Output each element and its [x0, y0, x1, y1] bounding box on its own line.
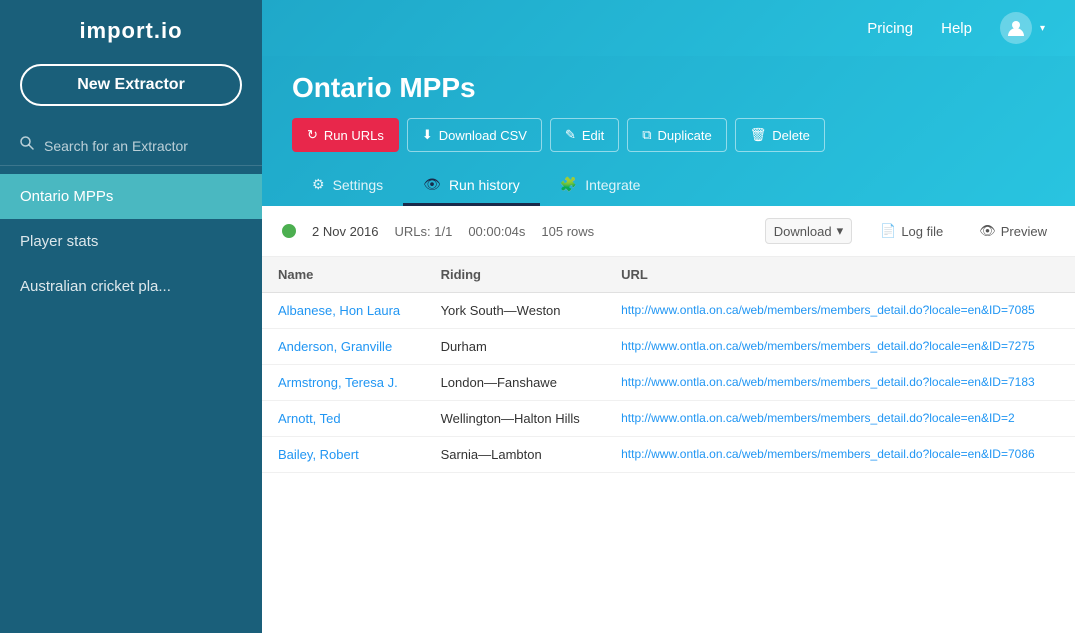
app-logo: import.io: [0, 0, 262, 64]
name-link[interactable]: Anderson, Granville: [278, 339, 392, 354]
page-title: Ontario MPPs: [292, 72, 1045, 104]
duplicate-button[interactable]: ⧉ Duplicate: [627, 118, 727, 152]
name-link[interactable]: Armstrong, Teresa J.: [278, 375, 398, 390]
search-icon: [20, 136, 34, 155]
delete-button[interactable]: 🗑 Delete: [735, 118, 825, 152]
table-row: Arnott, Ted Wellington—Halton Hills http…: [262, 401, 1075, 437]
name-link[interactable]: Arnott, Ted: [278, 411, 341, 426]
data-table: Name Riding URL Albanese, Hon Laura York…: [262, 257, 1075, 473]
preview-button[interactable]: 👁 Preview: [971, 219, 1055, 243]
puzzle-icon: 🧩: [560, 176, 577, 193]
eye-icon: 👁: [423, 176, 441, 193]
cell-riding: Durham: [425, 329, 606, 365]
preview-eye-icon: 👁: [979, 223, 996, 239]
cell-url: http://www.ontla.on.ca/web/members/membe…: [605, 329, 1075, 365]
topbar: Pricing Help ▾: [262, 0, 1075, 56]
sidebar-item-player-stats[interactable]: Player stats: [0, 219, 262, 264]
run-date: 2 Nov 2016: [312, 224, 379, 239]
pencil-icon: ✎: [565, 127, 576, 143]
user-menu[interactable]: ▾: [1000, 12, 1045, 44]
table-row: Albanese, Hon Laura York South—Weston ht…: [262, 293, 1075, 329]
cell-name: Armstrong, Teresa J.: [262, 365, 425, 401]
main-content: Pricing Help ▾ Ontario MPPs ↻ Run URLs: [262, 0, 1075, 633]
tabs: ⚙ Settings 👁 Run history 🧩 Integrate: [292, 166, 1045, 206]
run-urls: URLs: 1/1: [395, 224, 453, 239]
chevron-down-icon: ▾: [837, 223, 844, 239]
sidebar-item-ontario-mpps[interactable]: Ontario MPPs: [0, 174, 262, 219]
pricing-link[interactable]: Pricing: [867, 20, 913, 37]
trash-icon: 🗑: [750, 127, 767, 143]
url-link[interactable]: http://www.ontla.on.ca/web/members/membe…: [621, 339, 1035, 353]
url-link[interactable]: http://www.ontla.on.ca/web/members/membe…: [621, 447, 1035, 461]
cell-url: http://www.ontla.on.ca/web/members/membe…: [605, 365, 1075, 401]
content-area: 2 Nov 2016 URLs: 1/1 00:00:04s 105 rows …: [262, 206, 1075, 633]
gear-icon: ⚙: [312, 176, 325, 193]
col-header-name: Name: [262, 257, 425, 293]
table-row: Anderson, Granville Durham http://www.on…: [262, 329, 1075, 365]
refresh-icon: ↻: [307, 127, 318, 143]
cell-url: http://www.ontla.on.ca/web/members/membe…: [605, 293, 1075, 329]
cell-url: http://www.ontla.on.ca/web/members/membe…: [605, 401, 1075, 437]
table-header-row: Name Riding URL: [262, 257, 1075, 293]
col-header-url: URL: [605, 257, 1075, 293]
run-row: 2 Nov 2016 URLs: 1/1 00:00:04s 105 rows …: [262, 206, 1075, 257]
download-button[interactable]: Download ▾: [765, 218, 852, 244]
sidebar-item-australian-cricket[interactable]: Australian cricket pla...: [0, 264, 262, 309]
help-link[interactable]: Help: [941, 20, 972, 37]
cell-riding: London—Fanshawe: [425, 365, 606, 401]
url-link[interactable]: http://www.ontla.on.ca/web/members/membe…: [621, 411, 1015, 425]
run-urls-button[interactable]: ↻ Run URLs: [292, 118, 399, 152]
search-input[interactable]: [44, 138, 242, 154]
cell-name: Bailey, Robert: [262, 437, 425, 473]
new-extractor-button[interactable]: New Extractor: [20, 64, 242, 106]
run-status-dot: [282, 224, 296, 238]
tab-run-history[interactable]: 👁 Run history: [403, 166, 540, 206]
sidebar: import.io New Extractor Ontario MPPs Pla…: [0, 0, 262, 633]
search-container: [0, 126, 262, 166]
col-header-riding: Riding: [425, 257, 606, 293]
cell-name: Albanese, Hon Laura: [262, 293, 425, 329]
table-row: Armstrong, Teresa J. London—Fanshawe htt…: [262, 365, 1075, 401]
download-csv-button[interactable]: ⬇ Download CSV: [407, 118, 542, 152]
tab-integrate[interactable]: 🧩 Integrate: [540, 166, 661, 206]
cell-name: Arnott, Ted: [262, 401, 425, 437]
cell-riding: Sarnia—Lambton: [425, 437, 606, 473]
avatar: [1000, 12, 1032, 44]
topbar-nav: Pricing Help ▾: [867, 12, 1045, 44]
table-row: Bailey, Robert Sarnia—Lambton http://www…: [262, 437, 1075, 473]
run-info: 2 Nov 2016 URLs: 1/1 00:00:04s 105 rows: [282, 224, 765, 239]
download-icon: ⬇: [422, 127, 433, 143]
run-actions: Download ▾ 📄 Log file 👁 Preview: [765, 218, 1055, 244]
log-file-button[interactable]: 📄 Log file: [872, 219, 951, 243]
toolbar: ↻ Run URLs ⬇ Download CSV ✎ Edit ⧉ Dupli…: [292, 118, 1045, 152]
cell-riding: York South—Weston: [425, 293, 606, 329]
url-link[interactable]: http://www.ontla.on.ca/web/members/membe…: [621, 303, 1035, 317]
tab-settings[interactable]: ⚙ Settings: [292, 166, 403, 206]
logfile-icon: 📄: [880, 223, 896, 239]
header-section: Ontario MPPs ↻ Run URLs ⬇ Download CSV ✎…: [262, 56, 1075, 206]
copy-icon: ⧉: [642, 127, 651, 143]
name-link[interactable]: Bailey, Robert: [278, 447, 359, 462]
name-link[interactable]: Albanese, Hon Laura: [278, 303, 400, 318]
chevron-down-icon: ▾: [1040, 23, 1045, 34]
edit-button[interactable]: ✎ Edit: [550, 118, 619, 152]
cell-name: Anderson, Granville: [262, 329, 425, 365]
cell-riding: Wellington—Halton Hills: [425, 401, 606, 437]
url-link[interactable]: http://www.ontla.on.ca/web/members/membe…: [621, 375, 1035, 389]
cell-url: http://www.ontla.on.ca/web/members/membe…: [605, 437, 1075, 473]
run-rows: 105 rows: [541, 224, 594, 239]
run-duration: 00:00:04s: [468, 224, 525, 239]
